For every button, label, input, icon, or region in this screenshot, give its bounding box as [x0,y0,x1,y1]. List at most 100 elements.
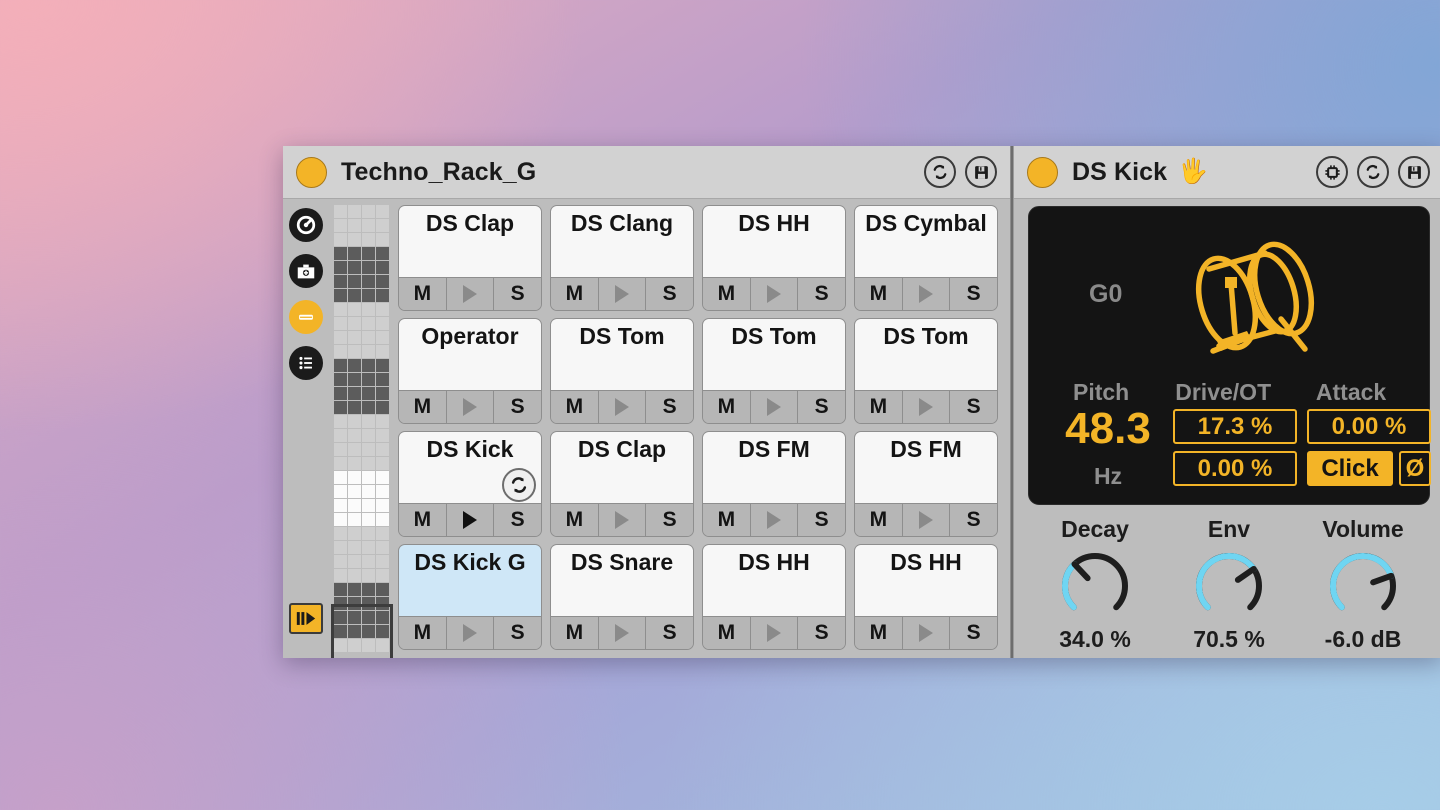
drum-pad[interactable]: DS Clang M S [550,205,694,311]
pad-overview-cell[interactable] [362,345,375,358]
knob-control[interactable]: Volume -6.0 dB [1296,516,1430,653]
hot-swap-icon[interactable] [924,156,956,188]
pad-overview-cell[interactable] [334,597,347,610]
pad-overview-cell[interactable] [376,275,389,288]
pad-overview-cell[interactable] [348,443,361,456]
macro-controls-icon[interactable] [289,300,323,334]
mute-button[interactable]: M [855,617,903,649]
ot-value[interactable]: 0.00 % [1173,451,1297,486]
preview-play-button[interactable] [750,504,799,536]
mute-button[interactable]: M [551,391,599,423]
solo-button[interactable]: S [494,617,541,649]
preview-play-button[interactable] [446,391,495,423]
pad-overview-cell[interactable] [376,233,389,246]
auto-select-button[interactable] [289,603,323,634]
preview-play-button[interactable] [902,391,951,423]
pad-overview-cell[interactable] [362,205,375,218]
save-preset-icon[interactable] [289,254,323,288]
pad-overview-cell[interactable] [348,289,361,302]
knob-dial[interactable] [1323,546,1403,625]
mute-button[interactable]: M [399,278,447,310]
pad-overview-cell[interactable] [362,597,375,610]
pad-overview-cell[interactable] [362,303,375,316]
preview-play-button[interactable] [446,278,495,310]
pad-overview-cell[interactable] [348,555,361,568]
pad-overview-cell[interactable] [376,387,389,400]
pad-overview-cell[interactable] [348,541,361,554]
pad-overview-cell[interactable] [376,527,389,540]
pad-overview-cell[interactable] [334,359,347,372]
save-preset-icon[interactable] [965,156,997,188]
pad-overview-cell[interactable] [348,625,361,638]
solo-button[interactable]: S [646,391,693,423]
pad-overview-cell[interactable] [348,317,361,330]
preview-play-button[interactable] [598,504,647,536]
drum-pad[interactable]: DS Tom M S [702,318,846,424]
phase-invert-button[interactable]: Ø [1399,451,1431,486]
pad-overview-cell[interactable] [376,555,389,568]
pad-overview-cell[interactable] [376,485,389,498]
pad-overview-cell[interactable] [334,415,347,428]
pad-overview-cell[interactable] [362,261,375,274]
drum-pad[interactable]: DS HH M S [702,205,846,311]
pad-overview-cell[interactable] [376,415,389,428]
pad-overview-cell[interactable] [334,261,347,274]
pad-overview-cell[interactable] [362,527,375,540]
pad-overview-cell[interactable] [348,611,361,624]
pad-overview-cell[interactable] [334,303,347,316]
pad-overview-cell[interactable] [348,639,361,652]
pad-overview-cell[interactable] [348,499,361,512]
pad-overview-cell[interactable] [376,611,389,624]
mute-button[interactable]: M [703,504,751,536]
pad-overview-cell[interactable] [334,541,347,554]
pad-overview-cell[interactable] [376,583,389,596]
mute-button[interactable]: M [703,391,751,423]
pad-overview-cell[interactable] [348,261,361,274]
pad-overview-cell[interactable] [376,359,389,372]
pad-overview-cell[interactable] [334,219,347,232]
pad-overview-cell[interactable] [334,457,347,470]
solo-button[interactable]: S [494,278,541,310]
pad-overview-cell[interactable] [334,513,347,526]
mute-button[interactable]: M [399,617,447,649]
pad-overview-cell[interactable] [362,513,375,526]
mute-button[interactable]: M [703,278,751,310]
pad-overview-cell[interactable] [348,597,361,610]
pad-overview-cell[interactable] [348,219,361,232]
pad-overview-cell[interactable] [362,247,375,260]
preview-play-button[interactable] [598,617,647,649]
device-chip-icon[interactable] [1316,156,1348,188]
pad-overview-cell[interactable] [334,289,347,302]
pad-overview-cell[interactable] [348,471,361,484]
pad-overview-cell[interactable] [376,317,389,330]
pad-overview-cell[interactable] [334,345,347,358]
mute-button[interactable]: M [551,617,599,649]
hot-swap-icon[interactable] [289,208,323,242]
pad-overview-cell[interactable] [334,639,347,652]
knob-dial[interactable] [1189,546,1269,625]
pad-overview-cell[interactable] [362,429,375,442]
pad-overview-cell[interactable] [348,485,361,498]
pad-overview-cell[interactable] [334,471,347,484]
pad-overview-cell[interactable] [334,499,347,512]
pad-overview-cell[interactable] [362,415,375,428]
solo-button[interactable]: S [646,504,693,536]
preview-play-button[interactable] [446,504,495,536]
save-preset-icon[interactable] [1398,156,1430,188]
pad-overview-cell[interactable] [376,401,389,414]
pad-overview-cell[interactable] [348,387,361,400]
pad-overview-cell[interactable] [376,443,389,456]
drum-pad[interactable]: Operator M S [398,318,542,424]
pad-overview-cell[interactable] [334,485,347,498]
pad-overview-cell[interactable] [362,317,375,330]
drum-pad[interactable]: DS Tom M S [854,318,998,424]
pad-overview-cell[interactable] [362,401,375,414]
pad-overview-cell[interactable] [348,415,361,428]
pad-overview-cell[interactable] [376,569,389,582]
chain-list-icon[interactable] [289,346,323,380]
pad-overview-cell[interactable] [362,373,375,386]
pad-overview-cell[interactable] [348,429,361,442]
pad-overview-cell[interactable] [334,401,347,414]
preview-play-button[interactable] [750,278,799,310]
pad-overview-cell[interactable] [376,597,389,610]
